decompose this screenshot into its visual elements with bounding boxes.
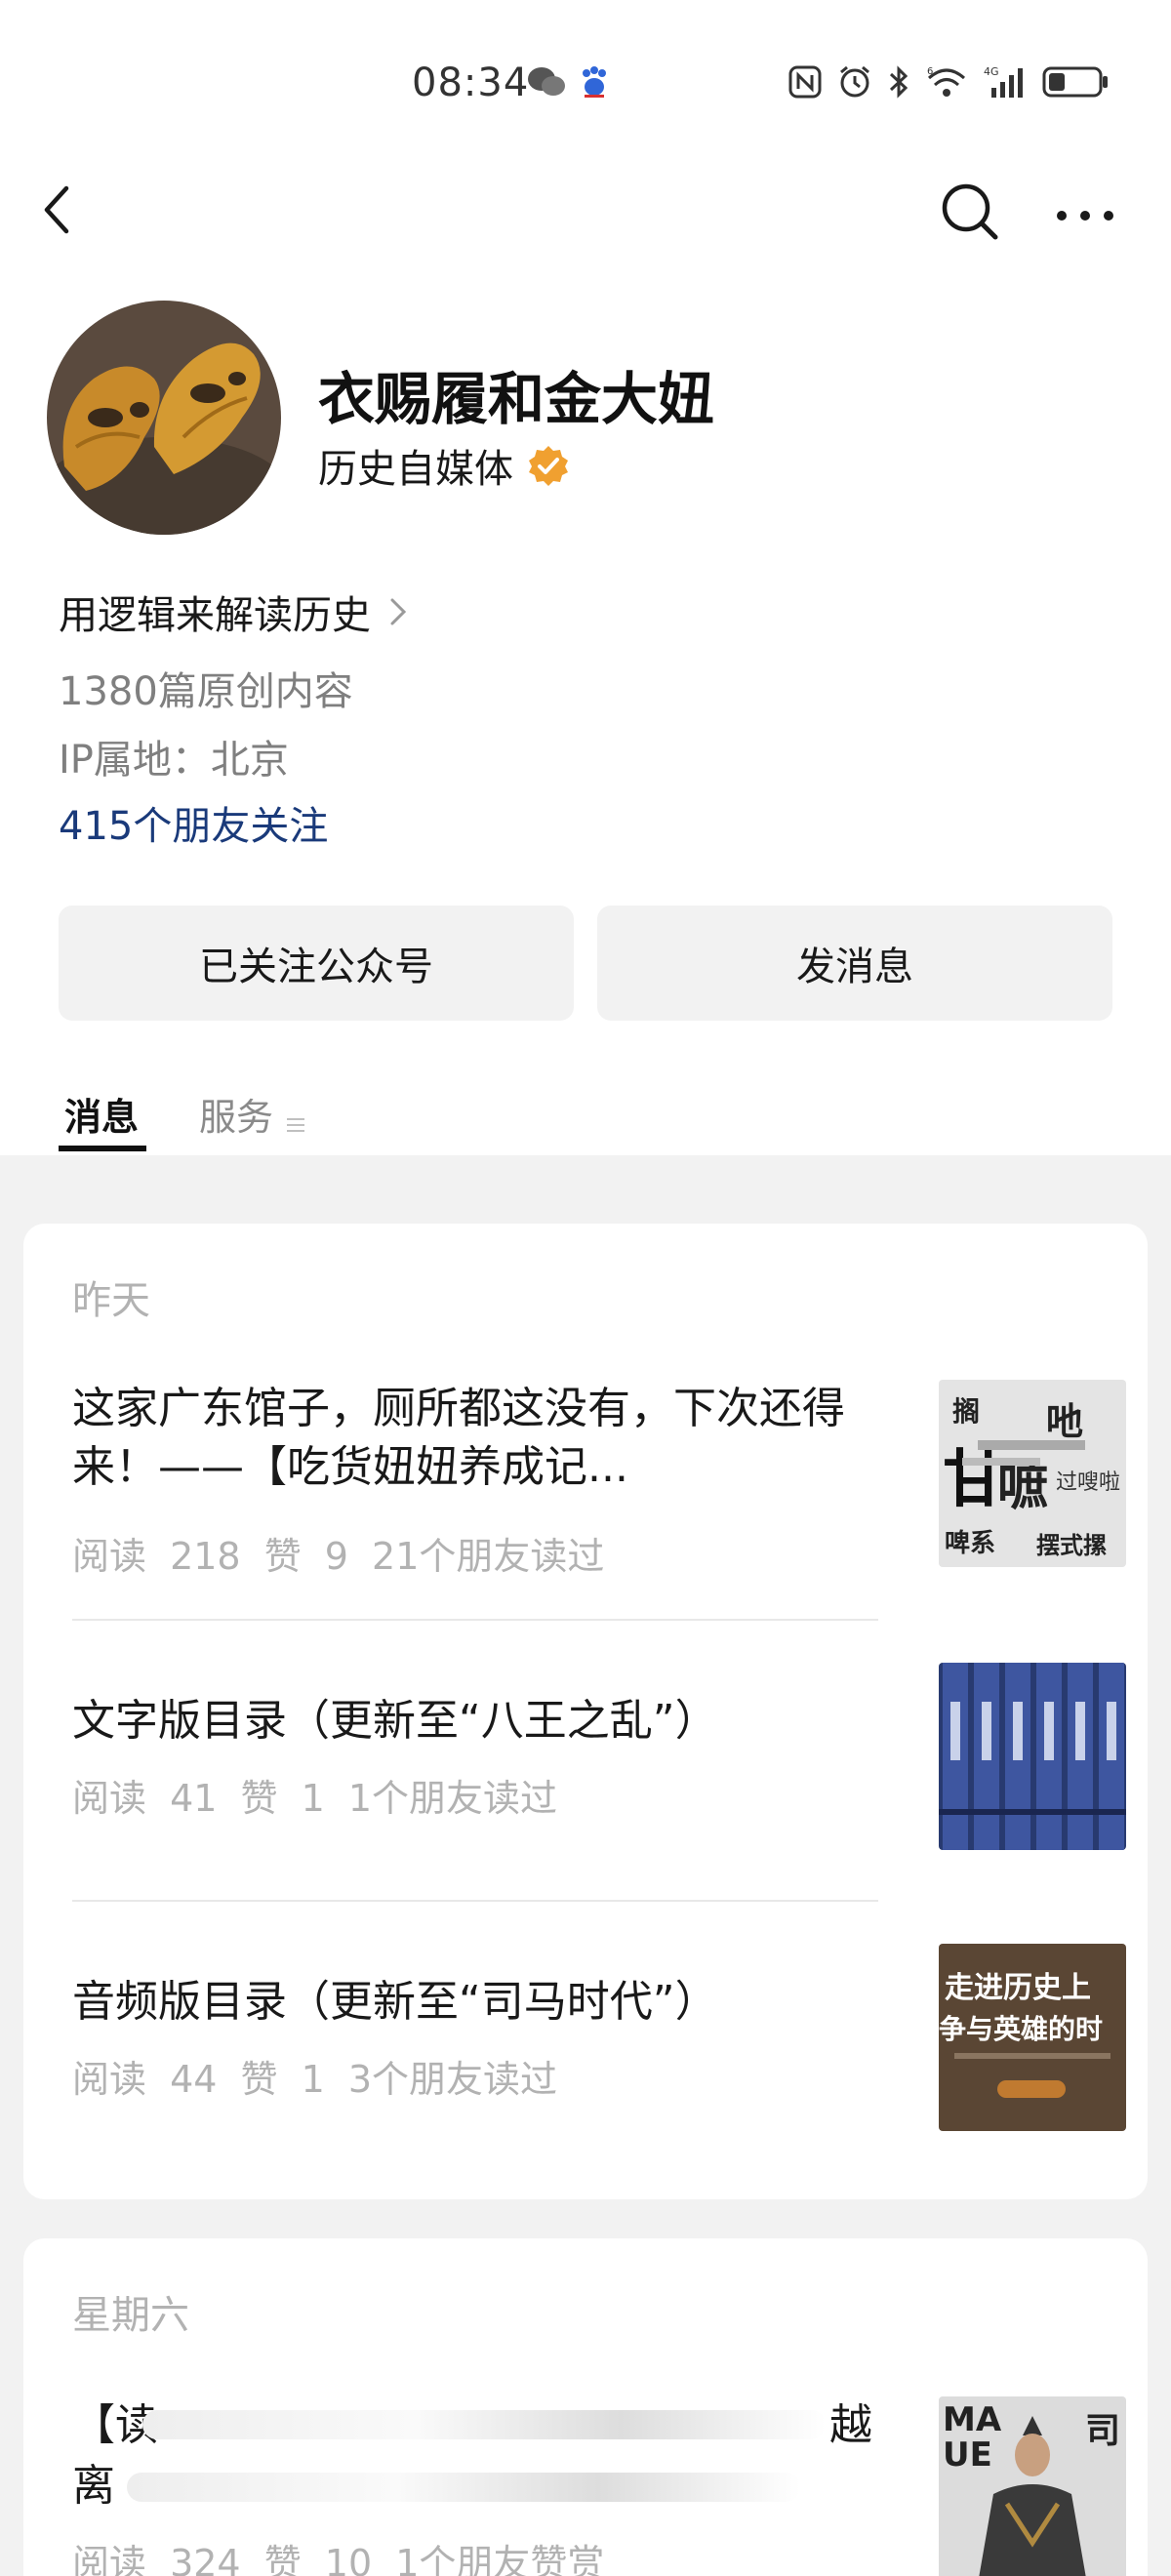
article-meta: 阅读 41 赞 1 1个朋友读过 (72, 1777, 558, 1820)
article-item[interactable]: 这家广东馆子，厕所都这没有，下次还得来！——【吃货妞妞养成记... 阅读 218… (72, 1380, 1126, 1578)
message-group-card: 星期六 【读 越 离 阅读 324 赞 10 1个朋友赞赏 MA UE 司 (23, 2238, 1148, 2576)
article-item[interactable]: 音频版目录（更新至“司马时代”） 阅读 44 赞 1 3个朋友读过 走进历史上 … (72, 1944, 1126, 2139)
tab-services-label: 服务 (199, 1096, 274, 1139)
tab-active-indicator (59, 1146, 146, 1151)
back-chevron-icon[interactable] (35, 181, 78, 239)
menu-lines-icon (285, 1103, 306, 1132)
article-item[interactable]: 【读 越 离 阅读 324 赞 10 1个朋友赞赏 MA UE 司 (72, 2396, 1126, 2576)
article-title-end: 越 (829, 2400, 872, 2450)
article-item[interactable]: 文字版目录（更新至“八王之乱”） 阅读 41 赞 1 1个朋友读过 (72, 1663, 1126, 1858)
ip-location: IP属地：北京 (59, 738, 289, 783)
day-label: 星期六 (72, 2293, 189, 2338)
status-left-icons (527, 62, 609, 101)
nav-bar (0, 171, 1171, 249)
thumbnail-text: 争与英雄的时 (939, 2013, 1104, 2045)
svg-text:摆式摞: 摆式摞 (1036, 1532, 1107, 1559)
alarm-icon (837, 62, 872, 101)
original-count: 1380篇原创内容 (59, 669, 353, 714)
status-time: 08:34 (412, 60, 530, 105)
article-thumbnail (939, 1663, 1126, 1850)
bio-row[interactable]: 用逻辑来解读历史 (59, 584, 412, 640)
message-group-card: 昨天 这家广东馆子，厕所都这没有，下次还得来！——【吃货妞妞养成记... 阅读 … (23, 1224, 1148, 2199)
article-meta: 阅读 44 赞 1 3个朋友读过 (72, 2058, 558, 2101)
svg-text:搁: 搁 (952, 1395, 980, 1428)
account-name: 衣赐履和金大妞 (318, 366, 715, 432)
bluetooth-icon (888, 62, 909, 101)
wechat-icon (527, 62, 566, 101)
article-thumbnail: 走进历史上 争与英雄的时 (939, 1944, 1126, 2131)
battery-icon (1042, 62, 1109, 101)
baidu-paw-icon (580, 62, 609, 101)
svg-text:甘: 甘 (943, 1444, 1005, 1516)
account-type-row: 历史自媒体 (318, 437, 570, 494)
avatar[interactable] (47, 301, 281, 535)
article-meta: 阅读 324 赞 10 1个朋友赞赏 (72, 2542, 605, 2576)
article-thumbnail: 搁 吔 甘 嗻 过嗖啦 啤系 摆式摞 (939, 1380, 1126, 1567)
redacted-title (142, 2410, 826, 2439)
search-icon[interactable] (939, 181, 1001, 243)
article-title: 音频版目录（更新至“司马时代”） (72, 1977, 718, 2027)
status-bar: 08:34 6 4G (0, 0, 1171, 171)
divider (72, 1900, 878, 1902)
4g-signal-icon: 4G (984, 62, 1027, 101)
article-title-line2: 离 (72, 2461, 115, 2511)
thumbnail-text: 走进历史上 (945, 1971, 1091, 2005)
followed-button[interactable]: 已关注公众号 (59, 906, 574, 1021)
status-right-icons: 6 4G (788, 62, 1109, 101)
thumbnail-decoration (954, 2053, 1110, 2059)
divider (72, 1619, 878, 1621)
wifi-6-icon: 6 (925, 62, 968, 101)
nfc-icon (788, 62, 822, 101)
svg-text:吔: 吔 (1046, 1400, 1083, 1443)
more-dots-icon[interactable] (1054, 181, 1116, 243)
tab-services[interactable]: 服务 (199, 1087, 306, 1141)
article-meta: 阅读 218 赞 9 21个朋友读过 (72, 1535, 605, 1578)
tab-messages[interactable]: 消息 (64, 1087, 139, 1141)
article-title: 文字版目录（更新至“八王之乱”） (72, 1696, 718, 1746)
redacted-title (127, 2473, 800, 2502)
chevron-right-icon (386, 592, 412, 631)
bio-text: 用逻辑来解读历史 (59, 593, 371, 638)
thumbnail-decoration (997, 2080, 1066, 2098)
friends-following-link[interactable]: 415个朋友关注 (59, 794, 328, 851)
account-type: 历史自媒体 (318, 447, 513, 492)
send-message-button[interactable]: 发消息 (597, 906, 1112, 1021)
day-label: 昨天 (72, 1278, 150, 1323)
svg-text:啤系: 啤系 (945, 1529, 995, 1558)
message-feed: 昨天 这家广东馆子，厕所都这没有，下次还得来！——【吃货妞妞养成记... 阅读 … (0, 1155, 1171, 2576)
svg-text:嗻: 嗻 (997, 1459, 1048, 1517)
article-thumbnail: MA UE 司 (939, 2396, 1126, 2576)
svg-text:4G: 4G (984, 65, 999, 78)
verified-badge-icon[interactable] (527, 444, 570, 487)
svg-text:过嗖啦: 过嗖啦 (1056, 1470, 1120, 1495)
article-title: 这家广东馆子，厕所都这没有，下次还得来！——【吃货妞妞养成记... (72, 1384, 845, 1492)
svg-text:6: 6 (927, 66, 933, 77)
